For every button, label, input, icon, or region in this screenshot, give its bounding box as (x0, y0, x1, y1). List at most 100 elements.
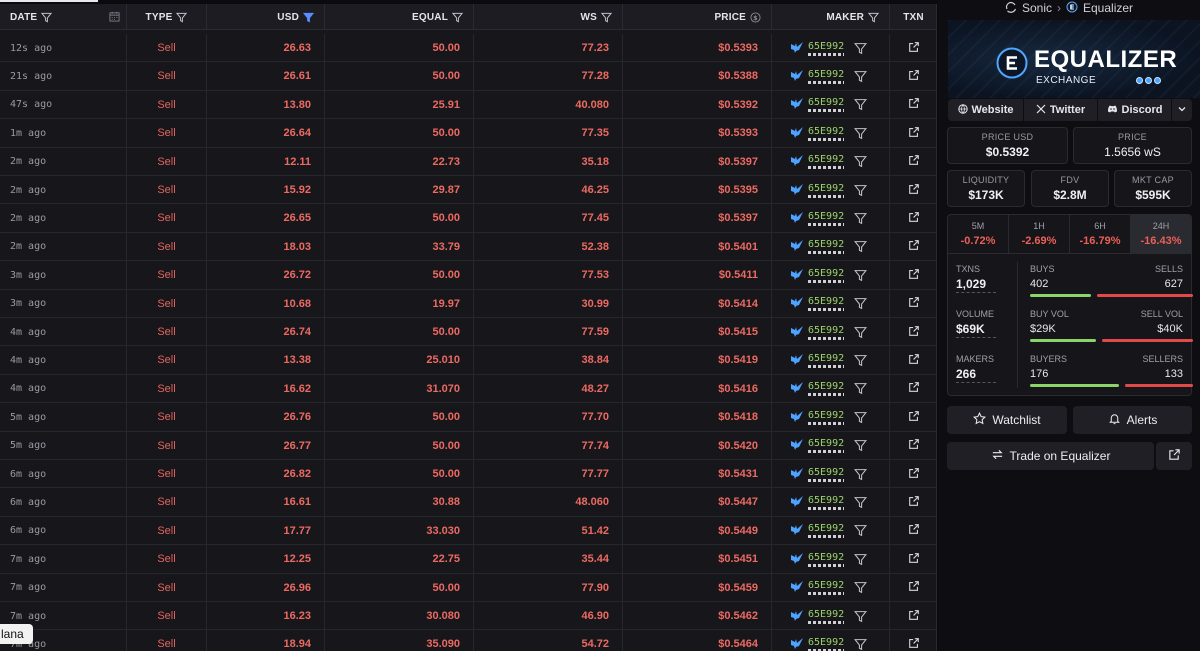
filter-maker-icon[interactable] (854, 439, 868, 452)
filter-maker-icon[interactable] (854, 42, 868, 55)
filter-icon[interactable] (868, 12, 879, 23)
filter-icon[interactable] (452, 12, 463, 23)
twitter-link[interactable]: Twitter (1024, 99, 1098, 121)
maker-address[interactable]: 65E992 (808, 41, 844, 56)
filter-maker-icon[interactable] (854, 326, 868, 339)
filter-maker-icon[interactable] (854, 297, 868, 310)
filter-icon[interactable] (176, 12, 188, 23)
filter-maker-icon[interactable] (854, 382, 868, 395)
trade-button[interactable]: Trade on Equalizer (947, 442, 1154, 470)
external-link-icon[interactable] (908, 495, 920, 510)
maker-address[interactable]: 65E992 (808, 126, 844, 141)
cell-type: Sell (127, 431, 207, 460)
filter-maker-icon[interactable] (854, 524, 868, 537)
currency-toggle-icon[interactable]: $ (750, 11, 761, 23)
cell-ws: 77.59 (474, 318, 623, 346)
maker-address[interactable]: 65E992 (808, 637, 844, 651)
alerts-button[interactable]: Alerts (1073, 406, 1192, 434)
external-link-icon[interactable] (908, 637, 920, 651)
filter-maker-icon[interactable] (854, 269, 868, 282)
external-link-icon[interactable] (908, 523, 920, 538)
tab-24h[interactable]: 24H -16.43% (1131, 215, 1191, 253)
tab-5m[interactable]: 5M -0.72% (948, 215, 1009, 253)
filter-maker-icon[interactable] (854, 553, 868, 566)
maker-address[interactable]: 65E992 (808, 467, 844, 482)
header-type[interactable]: TYPE (127, 4, 207, 30)
header-maker[interactable]: MAKER (772, 4, 890, 30)
filter-maker-icon[interactable] (854, 155, 868, 168)
filter-maker-icon[interactable] (854, 610, 868, 623)
filter-maker-icon[interactable] (854, 212, 868, 225)
external-link-icon[interactable] (908, 69, 920, 84)
buyers-label: BUYERS (1030, 354, 1068, 364)
external-link-icon[interactable] (908, 97, 920, 112)
external-link-icon[interactable] (908, 467, 920, 482)
maker-address[interactable]: 65E992 (808, 495, 844, 510)
maker-address[interactable]: 65E992 (808, 268, 844, 283)
maker-address[interactable]: 65E992 (808, 552, 844, 567)
header-usd[interactable]: USD (207, 4, 325, 30)
more-links-button[interactable] (1172, 99, 1192, 121)
open-external-button[interactable] (1156, 442, 1192, 470)
filter-maker-icon[interactable] (854, 184, 868, 197)
table-row: 21s ago Sell 26.61 50.00 77.28 $0.5388 65E992 (0, 62, 936, 91)
external-link-icon[interactable] (908, 211, 920, 226)
header-equal[interactable]: EQUAL (325, 4, 474, 30)
maker-address[interactable]: 65E992 (808, 154, 844, 170)
tab-6h[interactable]: 6H -16.79% (1070, 215, 1131, 253)
external-link-icon[interactable] (908, 183, 920, 198)
external-link-icon[interactable] (908, 126, 920, 141)
website-link[interactable]: Website (948, 99, 1024, 121)
filter-maker-icon[interactable] (854, 354, 868, 367)
filter-icon[interactable] (601, 12, 612, 23)
external-link-icon[interactable] (908, 552, 920, 567)
calendar-icon[interactable] (109, 11, 120, 25)
maker-address[interactable]: 65E992 (808, 580, 844, 596)
maker-address[interactable]: 65E992 (808, 609, 844, 624)
filter-maker-icon[interactable] (854, 70, 868, 83)
external-link-icon[interactable] (908, 410, 920, 425)
maker-address[interactable]: 65E992 (808, 97, 844, 113)
dot (1136, 77, 1143, 84)
external-link-icon[interactable] (908, 325, 920, 340)
external-link-icon[interactable] (908, 239, 920, 254)
external-link-icon[interactable] (908, 438, 920, 453)
maker-address[interactable]: 65E992 (808, 381, 844, 397)
maker-address[interactable]: 65E992 (808, 69, 844, 84)
header-ws[interactable]: WS (474, 4, 623, 30)
filter-maker-icon[interactable] (854, 240, 868, 253)
tab-1h[interactable]: 1H -2.69% (1009, 215, 1070, 253)
maker-address[interactable]: 65E992 (808, 325, 844, 340)
maker-address[interactable]: 65E992 (808, 211, 844, 226)
external-link-icon[interactable] (908, 154, 920, 169)
maker-address[interactable]: 65E992 (808, 523, 844, 539)
external-link-icon[interactable] (908, 381, 920, 396)
header-date[interactable]: DATE (0, 4, 127, 30)
maker-address[interactable]: 65E992 (808, 296, 844, 312)
discord-link[interactable]: Discord (1098, 99, 1172, 121)
maker-address[interactable]: 65E992 (808, 183, 844, 198)
external-link-icon[interactable] (908, 296, 920, 311)
filter-icon[interactable] (41, 12, 53, 23)
maker-address[interactable]: 65E992 (808, 438, 844, 454)
filter-maker-icon[interactable] (854, 411, 868, 424)
filter-maker-icon[interactable] (854, 127, 868, 140)
filter-active-icon[interactable] (303, 12, 314, 23)
filter-maker-icon[interactable] (854, 581, 868, 594)
maker-address[interactable]: 65E992 (808, 353, 844, 368)
header-price[interactable]: PRICE $ (623, 4, 772, 30)
maker-address[interactable]: 65E992 (808, 410, 844, 425)
filter-maker-icon[interactable] (854, 638, 868, 651)
external-link-icon[interactable] (908, 609, 920, 624)
filter-maker-icon[interactable] (854, 496, 868, 509)
breadcrumb-chain[interactable]: Sonic (1022, 1, 1052, 15)
maker-address[interactable]: 65E992 (808, 239, 844, 255)
filter-maker-icon[interactable] (854, 468, 868, 481)
external-link-icon[interactable] (908, 580, 920, 595)
external-link-icon[interactable] (908, 268, 920, 283)
external-link-icon[interactable] (908, 353, 920, 368)
breadcrumb-dex[interactable]: Equalizer (1083, 1, 1133, 15)
watchlist-button[interactable]: Watchlist (947, 406, 1067, 434)
external-link-icon[interactable] (908, 41, 920, 56)
filter-maker-icon[interactable] (854, 98, 868, 111)
